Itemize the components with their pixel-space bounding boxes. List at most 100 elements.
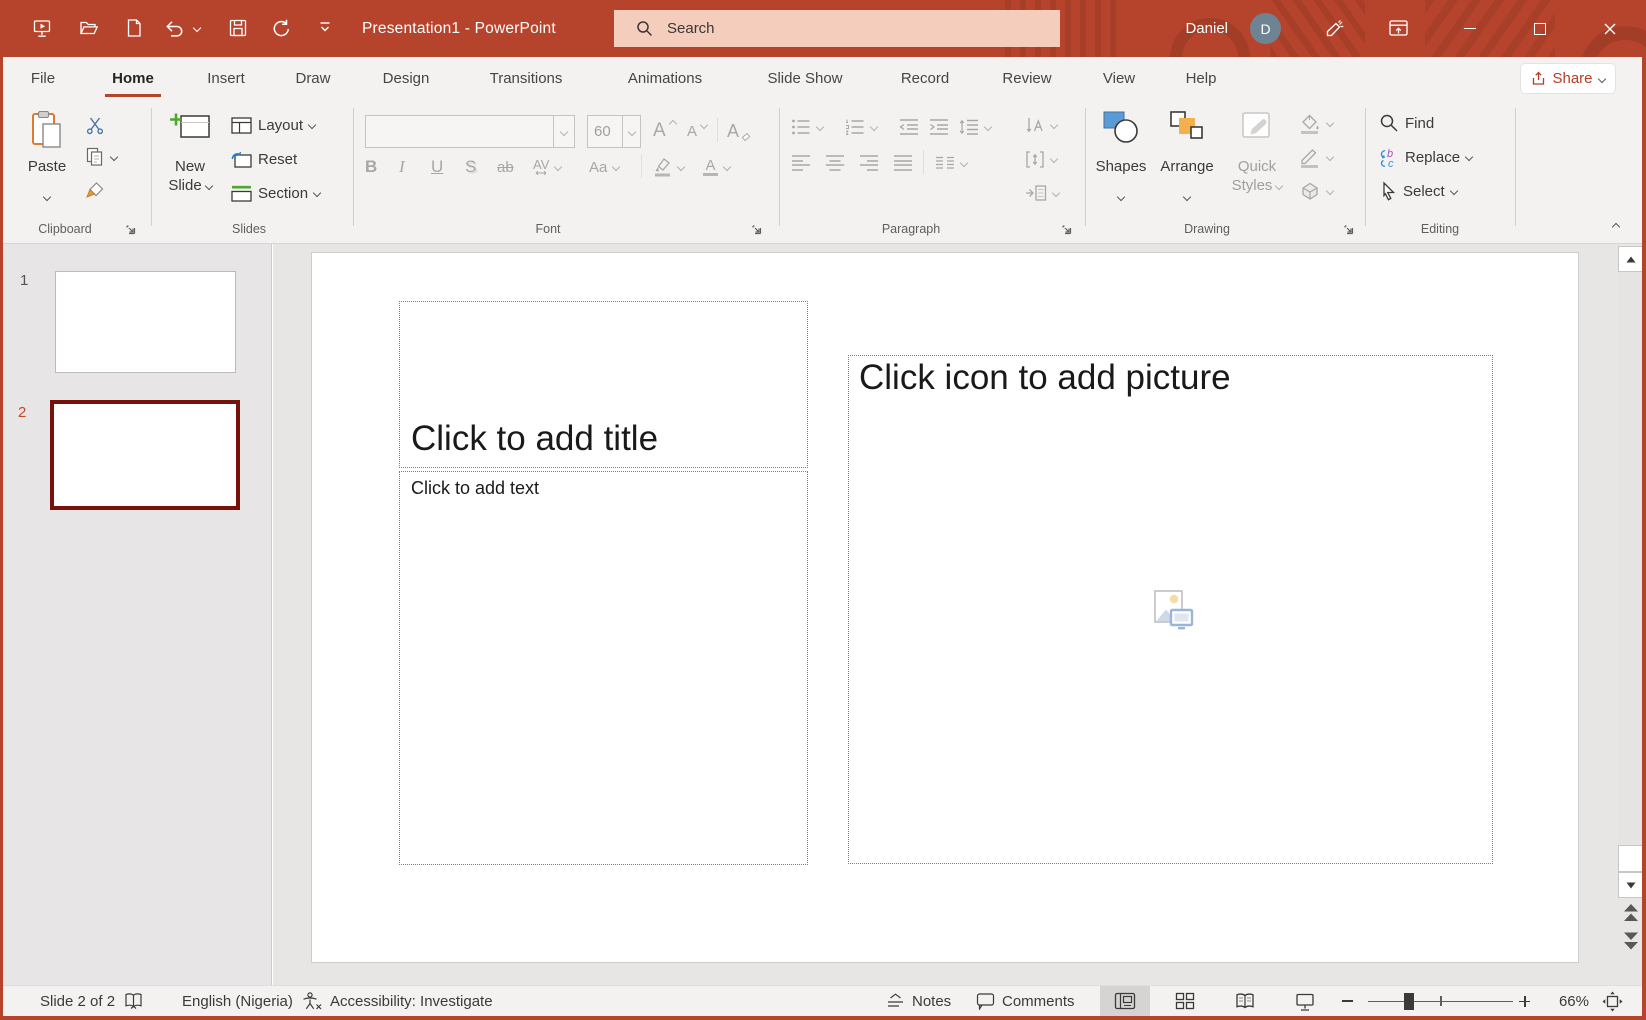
scrollbar-up-button[interactable] — [1618, 246, 1644, 272]
maximize-button[interactable] — [1511, 0, 1569, 57]
insert-picture-icon[interactable] — [1148, 589, 1194, 631]
search-input[interactable]: Search — [614, 10, 1060, 47]
clear-formatting-button[interactable]: A — [727, 116, 751, 146]
ribbon-display-options-icon[interactable] — [1388, 18, 1409, 38]
fit-slide-to-window-button[interactable] — [1602, 986, 1623, 1016]
zoom-level[interactable]: 66% — [1545, 986, 1589, 1016]
tab-design[interactable]: Design — [375, 57, 437, 100]
language-indicator[interactable]: English (Nigeria) — [182, 986, 293, 1016]
view-slide-sorter-button[interactable] — [1160, 986, 1210, 1016]
whats-new-megaphone-icon[interactable] — [1324, 18, 1346, 40]
new-slide-button[interactable]: New Slide — [159, 106, 221, 216]
scrollbar-track[interactable] — [1618, 272, 1644, 845]
font-color-button[interactable]: A — [703, 152, 732, 182]
save-icon[interactable] — [228, 18, 248, 38]
zoom-slider-thumb[interactable] — [1404, 993, 1414, 1010]
tab-animations[interactable]: Animations — [617, 57, 713, 100]
view-normal-button[interactable] — [1100, 986, 1150, 1016]
underline-button[interactable]: U — [431, 152, 443, 182]
undo-icon[interactable] — [163, 18, 185, 39]
slide[interactable]: Click to add title Click to add text Cli… — [311, 252, 1579, 963]
text-direction-button[interactable] — [1025, 110, 1059, 140]
increase-font-size-button[interactable]: A — [653, 116, 677, 146]
next-slide-button[interactable] — [1620, 930, 1642, 952]
tab-transitions[interactable]: Transitions — [481, 57, 571, 100]
scrollbar-thumb[interactable] — [1618, 845, 1644, 872]
shapes-button[interactable]: Shapes — [1093, 106, 1149, 216]
format-painter-button[interactable] — [85, 176, 105, 206]
slide-indicator[interactable]: Slide 2 of 2 — [40, 986, 115, 1016]
align-right-button[interactable] — [859, 148, 879, 178]
italic-button[interactable]: I — [399, 152, 405, 182]
new-file-icon[interactable] — [124, 18, 144, 38]
title-placeholder[interactable]: Click to add title — [399, 301, 808, 468]
line-spacing-button[interactable] — [959, 112, 993, 142]
drawing-dialog-launcher[interactable] — [1343, 224, 1354, 235]
bullets-button[interactable] — [791, 112, 825, 142]
font-name-combobox[interactable] — [365, 115, 575, 148]
tab-review[interactable]: Review — [995, 57, 1059, 100]
convert-to-smartart-button[interactable] — [1025, 178, 1061, 208]
replace-button[interactable]: b c Replace — [1377, 142, 1474, 172]
start-slideshow-icon[interactable] — [32, 18, 52, 38]
copy-button[interactable] — [85, 142, 119, 172]
shape-effects-button[interactable] — [1299, 176, 1335, 206]
clipboard-dialog-launcher[interactable] — [125, 224, 136, 235]
strikethrough-button[interactable]: ab — [497, 152, 514, 182]
avatar[interactable]: D — [1250, 13, 1281, 44]
text-shadow-button[interactable]: S — [465, 152, 476, 182]
bold-button[interactable]: B — [365, 152, 377, 182]
customize-quick-access-toolbar-icon[interactable] — [318, 20, 332, 34]
tab-draw[interactable]: Draw — [287, 57, 339, 100]
text-highlight-button[interactable] — [653, 152, 686, 182]
shape-outline-button[interactable] — [1299, 142, 1335, 172]
zoom-out-button[interactable] — [1342, 986, 1353, 1016]
increase-indent-button[interactable] — [929, 112, 949, 142]
font-dialog-launcher[interactable] — [751, 224, 762, 235]
quick-styles-button[interactable]: Quick Styles — [1225, 106, 1289, 216]
shape-fill-button[interactable] — [1299, 108, 1335, 138]
text-placeholder[interactable]: Click to add text — [399, 471, 808, 865]
undo-dropdown-chevron-icon[interactable] — [192, 23, 202, 33]
decrease-font-size-button[interactable]: A — [687, 116, 709, 146]
user-name[interactable]: Daniel — [1140, 0, 1228, 57]
scrollbar-down-button[interactable] — [1618, 872, 1644, 898]
align-text-button[interactable] — [1025, 144, 1059, 174]
previous-slide-button[interactable] — [1620, 902, 1642, 924]
minimize-button[interactable] — [1441, 0, 1499, 57]
numbering-button[interactable] — [845, 112, 879, 142]
align-left-button[interactable] — [791, 148, 811, 178]
spell-check-button[interactable] — [124, 986, 143, 1016]
collapse-ribbon-chevron-icon[interactable] — [1611, 222, 1621, 232]
layout-button[interactable]: Layout — [231, 110, 317, 140]
character-spacing-button[interactable]: AV — [533, 152, 563, 182]
slide-1-thumbnail[interactable] — [55, 271, 236, 373]
share-button[interactable]: Share — [1521, 64, 1615, 93]
align-center-button[interactable] — [825, 148, 845, 178]
close-button[interactable] — [1581, 0, 1639, 57]
tab-file[interactable]: File — [21, 57, 65, 100]
justify-button[interactable] — [893, 148, 913, 178]
repeat-icon[interactable] — [271, 18, 292, 39]
tab-insert[interactable]: Insert — [196, 57, 256, 100]
paste-button[interactable]: Paste — [19, 106, 75, 216]
decrease-indent-button[interactable] — [899, 112, 919, 142]
section-button[interactable]: Section — [231, 178, 322, 208]
cut-button[interactable] — [85, 110, 105, 140]
reset-button[interactable]: Reset — [231, 144, 297, 174]
slide-2-thumbnail-selected[interactable] — [50, 400, 240, 510]
picture-placeholder[interactable]: Click icon to add picture — [848, 355, 1493, 864]
font-size-combobox[interactable]: 60 — [587, 115, 641, 148]
tab-view[interactable]: View — [1095, 57, 1143, 100]
paragraph-dialog-launcher[interactable] — [1061, 224, 1072, 235]
tab-help[interactable]: Help — [1177, 57, 1225, 100]
find-button[interactable]: Find — [1379, 108, 1434, 138]
open-file-icon[interactable] — [79, 18, 99, 38]
columns-button[interactable] — [935, 148, 969, 178]
view-reading-button[interactable] — [1220, 986, 1270, 1016]
tab-record[interactable]: Record — [892, 57, 958, 100]
select-button[interactable]: Select — [1379, 176, 1458, 206]
tab-home[interactable]: Home — [103, 57, 163, 100]
tab-slide-show[interactable]: Slide Show — [759, 57, 851, 100]
comments-button[interactable]: Comments — [976, 986, 1075, 1016]
